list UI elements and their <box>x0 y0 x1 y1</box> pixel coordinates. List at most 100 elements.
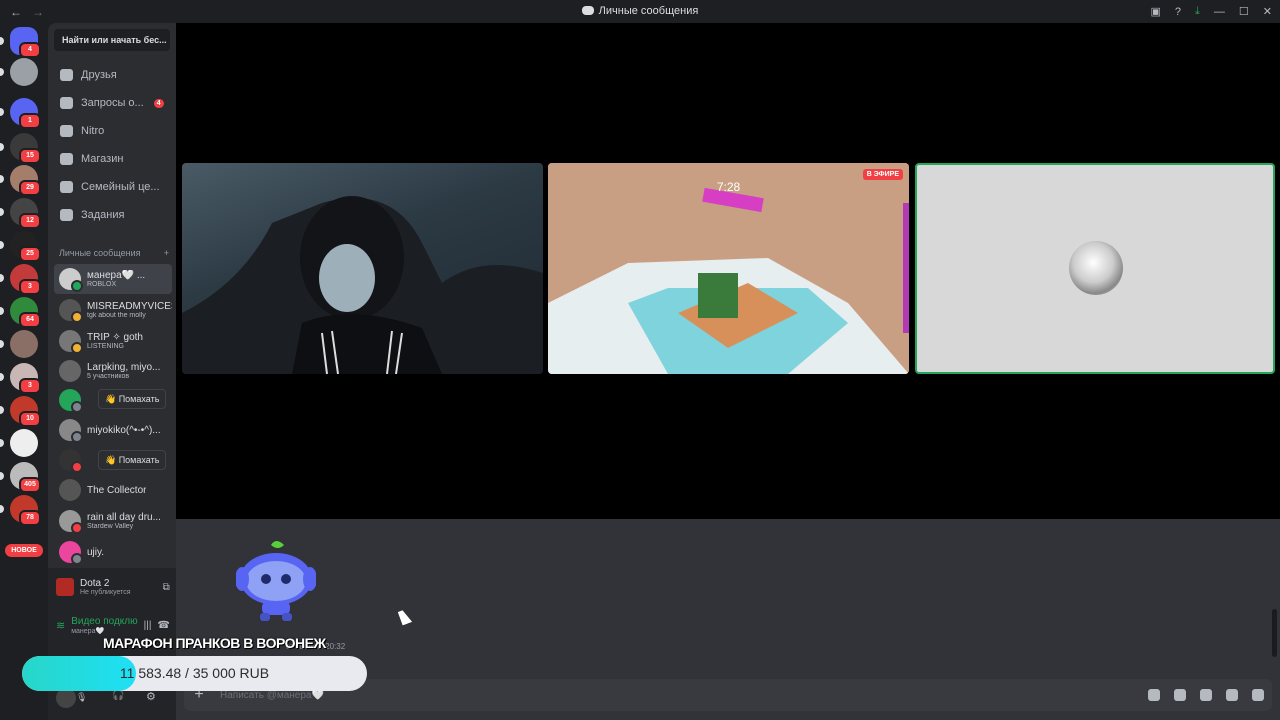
search-input[interactable]: Найти или начать бес... <box>54 29 170 51</box>
server-icon-1[interactable]: 4 <box>0 27 41 58</box>
server-icon-5[interactable]: 29 <box>0 165 41 196</box>
server-icon-4[interactable]: 15 <box>0 133 41 164</box>
settings-gear-icon[interactable]: ⚙ <box>146 690 156 703</box>
server-icon-6[interactable]: 12 <box>0 198 41 229</box>
stream-icon[interactable]: ⧉ <box>163 582 170 593</box>
dm-item[interactable]: rain all day dru... Stardew Valley <box>54 506 172 536</box>
server-badge: 12 <box>19 213 41 229</box>
dm-subtitle: tgk about the molly <box>87 312 146 319</box>
server-badge: 15 <box>19 148 41 164</box>
server-badge: 10 <box>19 411 41 427</box>
call-area: В ЭФИРЕ 7:28 ет звонок. 20:32 + Написать… <box>176 23 1280 720</box>
status-dot <box>71 342 83 354</box>
forward-arrow-icon[interactable]: → <box>32 5 44 19</box>
friends-icon <box>60 69 73 81</box>
dm-avatar <box>59 299 83 323</box>
dm-subtitle: LISTENING <box>87 343 124 350</box>
unread-pip <box>0 208 4 216</box>
dm-text: MISREADMYVICES...tgk about the molly <box>87 301 172 319</box>
nav-item-5[interactable]: Семейный це... <box>54 174 172 200</box>
user-avatar-image <box>1069 241 1123 295</box>
dm-item[interactable]: ujiy. <box>54 537 172 567</box>
speaking-avatar-tile[interactable] <box>915 163 1275 374</box>
donation-progress-text: 11 583.48 / 35 000 RUB <box>119 665 270 681</box>
gift-icon[interactable] <box>1148 689 1160 701</box>
nav-item-4[interactable]: Магазин <box>54 146 172 172</box>
chat-scrollbar[interactable] <box>1272 609 1277 657</box>
activity-game-sub: Не публикуется <box>80 589 131 596</box>
sticker-icon[interactable] <box>1200 689 1212 701</box>
server-badge: 1 <box>19 113 41 129</box>
screen-share-tile[interactable]: В ЭФИРЕ 7:28 <box>548 163 909 374</box>
nav-item-1[interactable]: Друзья <box>54 62 172 88</box>
dm-avatar <box>59 419 83 443</box>
server-icon-10[interactable] <box>0 330 38 358</box>
server-badge: 4 <box>19 42 41 58</box>
dm-name: ujiy. <box>87 546 105 558</box>
message-input[interactable]: Написать @манера🤍 <box>220 690 324 701</box>
dm-panel: Найти или начать бес... Друзья Запросы о.… <box>48 23 176 720</box>
new-badge[interactable]: НОВОЕ <box>5 544 43 557</box>
server-icon-14[interactable]: 405 <box>0 462 41 493</box>
webcam-tile[interactable] <box>182 163 543 374</box>
dm-text: TRIP ✧ goth LISTENING <box>87 332 143 350</box>
wave-button[interactable]: 👋 Помахать <box>98 450 167 470</box>
mic-icon[interactable]: 🎙 <box>76 692 87 703</box>
user-avatar[interactable] <box>56 688 76 708</box>
server-icon-13[interactable] <box>0 429 38 457</box>
gif-icon[interactable] <box>1174 689 1186 701</box>
headphones-icon[interactable]: 🎧 <box>112 690 124 701</box>
dm-item[interactable]: TRIP ✧ goth LISTENING <box>54 326 172 356</box>
unread-pip <box>0 68 4 76</box>
status-dot <box>71 431 83 443</box>
unread-pip <box>0 108 4 116</box>
server-icon-8[interactable]: 3 <box>0 264 41 295</box>
status-dot <box>71 522 83 534</box>
server-badge: 3 <box>19 279 41 295</box>
close-button[interactable]: ✕ <box>1263 5 1272 18</box>
add-dm-button[interactable]: + <box>164 248 169 258</box>
download-icon[interactable]: ⤓ <box>1195 5 1200 18</box>
status-dot <box>71 401 83 413</box>
server-icon-2[interactable] <box>0 58 38 86</box>
dm-name: Larpking, miyo... <box>87 362 161 373</box>
title-bar: ← → Личные сообщения ▣ ? ⤓ — ☐ ✕ <box>0 0 1280 23</box>
nav-item-6[interactable]: Задания <box>54 202 172 228</box>
dm-item[interactable]: манера🤍 ... ROBLOX <box>54 264 172 294</box>
nav-item-3[interactable]: Nitro <box>54 118 172 144</box>
discord-logo-icon <box>581 6 594 15</box>
server-badge: 29 <box>19 180 41 196</box>
server-icon-9[interactable]: 64 <box>0 297 41 328</box>
dm-item[interactable]: The Collector <box>54 475 172 505</box>
unread-pip <box>0 406 4 414</box>
server-icon-3[interactable]: 1 <box>0 98 41 129</box>
inbox-icon[interactable]: ▣ <box>1151 5 1161 18</box>
dm-item[interactable]: MISREADMYVICES...tgk about the molly <box>54 295 172 325</box>
minimize-button[interactable]: — <box>1214 6 1225 18</box>
dm-item[interactable]: miyokiko(^•-•^)... <box>54 415 172 445</box>
dm-text: rain all day dru... Stardew Valley <box>87 512 161 530</box>
server-icon-15[interactable]: 78 <box>0 495 41 526</box>
maximize-button[interactable]: ☐ <box>1239 5 1249 18</box>
dm-item[interactable]: Larpking, miyo... 5 участников <box>54 356 172 386</box>
unread-pip <box>0 307 4 315</box>
emoji-icon[interactable] <box>1226 689 1238 701</box>
apps-icon[interactable] <box>1252 689 1264 701</box>
noise-suppression-icon[interactable]: ||| <box>144 620 152 631</box>
server-icon-12[interactable]: 10 <box>0 396 41 427</box>
dm-avatar <box>59 360 81 382</box>
wave-button[interactable]: 👋 Помахать <box>98 389 167 409</box>
voice-connected-icon: ≋ <box>56 620 66 632</box>
status-dot <box>71 311 83 323</box>
help-icon[interactable]: ? <box>1175 6 1181 18</box>
disconnect-icon[interactable]: ☎ <box>157 620 169 631</box>
back-arrow-icon[interactable]: ← <box>10 5 22 19</box>
dm-name: rain all day dru... <box>87 512 161 523</box>
nav-item-2[interactable]: Запросы о... 4 <box>54 90 172 116</box>
server-icon-7[interactable]: 25 <box>0 231 41 262</box>
dm-avatar <box>59 268 83 292</box>
unread-pip <box>0 505 4 513</box>
server-icon-11[interactable]: 3 <box>0 363 41 394</box>
unread-pip <box>0 241 4 249</box>
dm-text: манера🤍 ... ROBLOX <box>87 270 145 288</box>
